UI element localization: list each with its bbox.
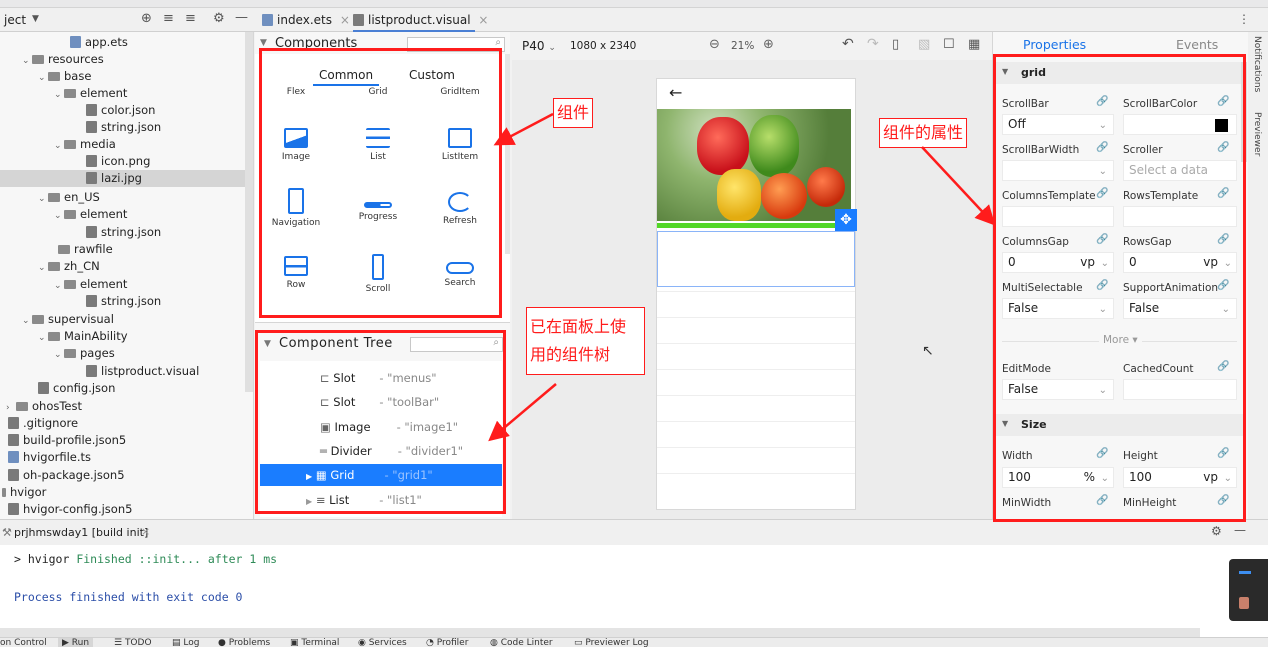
- annotation-arrows: [488, 112, 996, 442]
